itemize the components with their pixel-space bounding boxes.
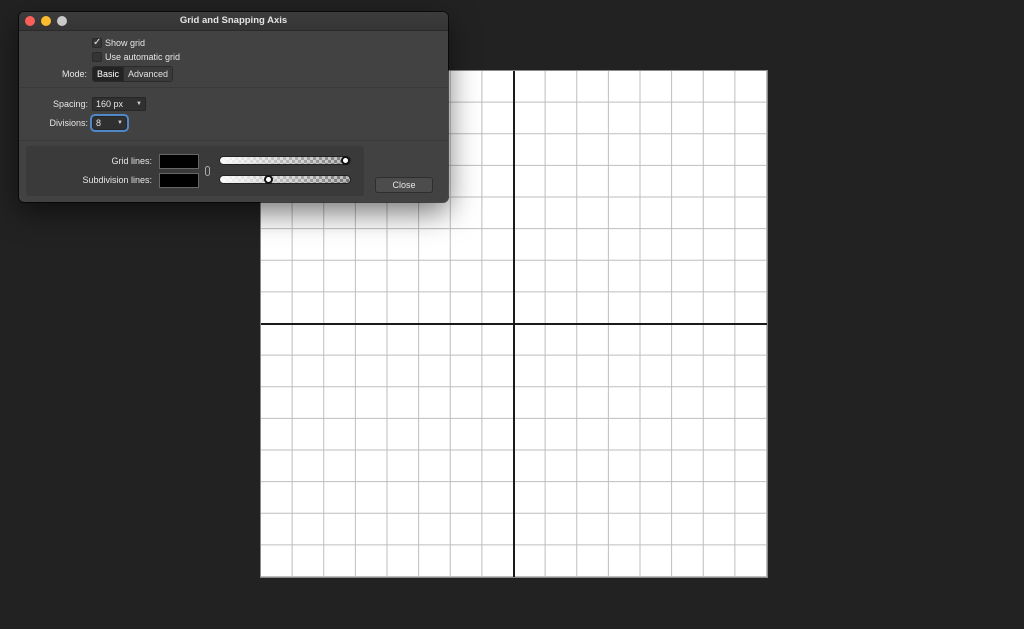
grid-lines-label: Grid lines: (111, 156, 152, 166)
chevron-down-icon: ▼ (117, 120, 123, 126)
divisions-dropdown[interactable]: 8 ▼ (90, 114, 129, 132)
grid-lines-opacity-knob[interactable] (341, 156, 350, 165)
chain-link-icon[interactable] (205, 166, 210, 176)
grid-dialog: Grid and Snapping Axis ✓ Show grid Use a… (19, 12, 448, 202)
mode-basic-button[interactable]: Basic (93, 67, 124, 81)
mode-segmented-control: Basic Advanced (92, 66, 174, 82)
line-colors-panel: Grid lines: Subdivision lines: (26, 146, 364, 196)
section-divider (19, 87, 448, 88)
show-grid-label: Show grid (105, 38, 146, 48)
divisions-label: Divisions: (49, 118, 88, 128)
use-automatic-grid-label: Use automatic grid (105, 52, 181, 62)
grid-major-horizontal-line (261, 323, 767, 325)
show-grid-checkbox[interactable]: ✓ (92, 38, 102, 48)
dialog-title: Grid and Snapping Axis (179, 15, 288, 26)
section-divider (19, 140, 448, 141)
chevron-down-icon: ▼ (136, 101, 142, 107)
subdivision-lines-label: Subdivision lines: (82, 175, 152, 185)
subdivision-lines-color-swatch[interactable] (159, 173, 199, 188)
grid-lines-color-swatch[interactable] (159, 154, 199, 169)
spacing-value: 160 px (96, 99, 124, 109)
mode-advanced-button[interactable]: Advanced (123, 67, 173, 81)
divisions-value: 8 (96, 118, 102, 128)
dialog-titlebar[interactable]: Grid and Snapping Axis (19, 12, 448, 31)
close-button[interactable]: Close (375, 177, 433, 193)
checkmark-icon: ✓ (93, 37, 102, 48)
use-automatic-grid-checkbox[interactable] (92, 52, 102, 62)
subdivision-lines-opacity-slider[interactable] (219, 175, 351, 184)
mode-label: Mode: (61, 69, 87, 79)
subdivision-lines-opacity-knob[interactable] (264, 175, 273, 184)
spacing-dropdown[interactable]: 160 px ▼ (92, 97, 146, 111)
grid-lines-opacity-slider[interactable] (219, 156, 351, 165)
spacing-label: Spacing: (52, 99, 88, 109)
